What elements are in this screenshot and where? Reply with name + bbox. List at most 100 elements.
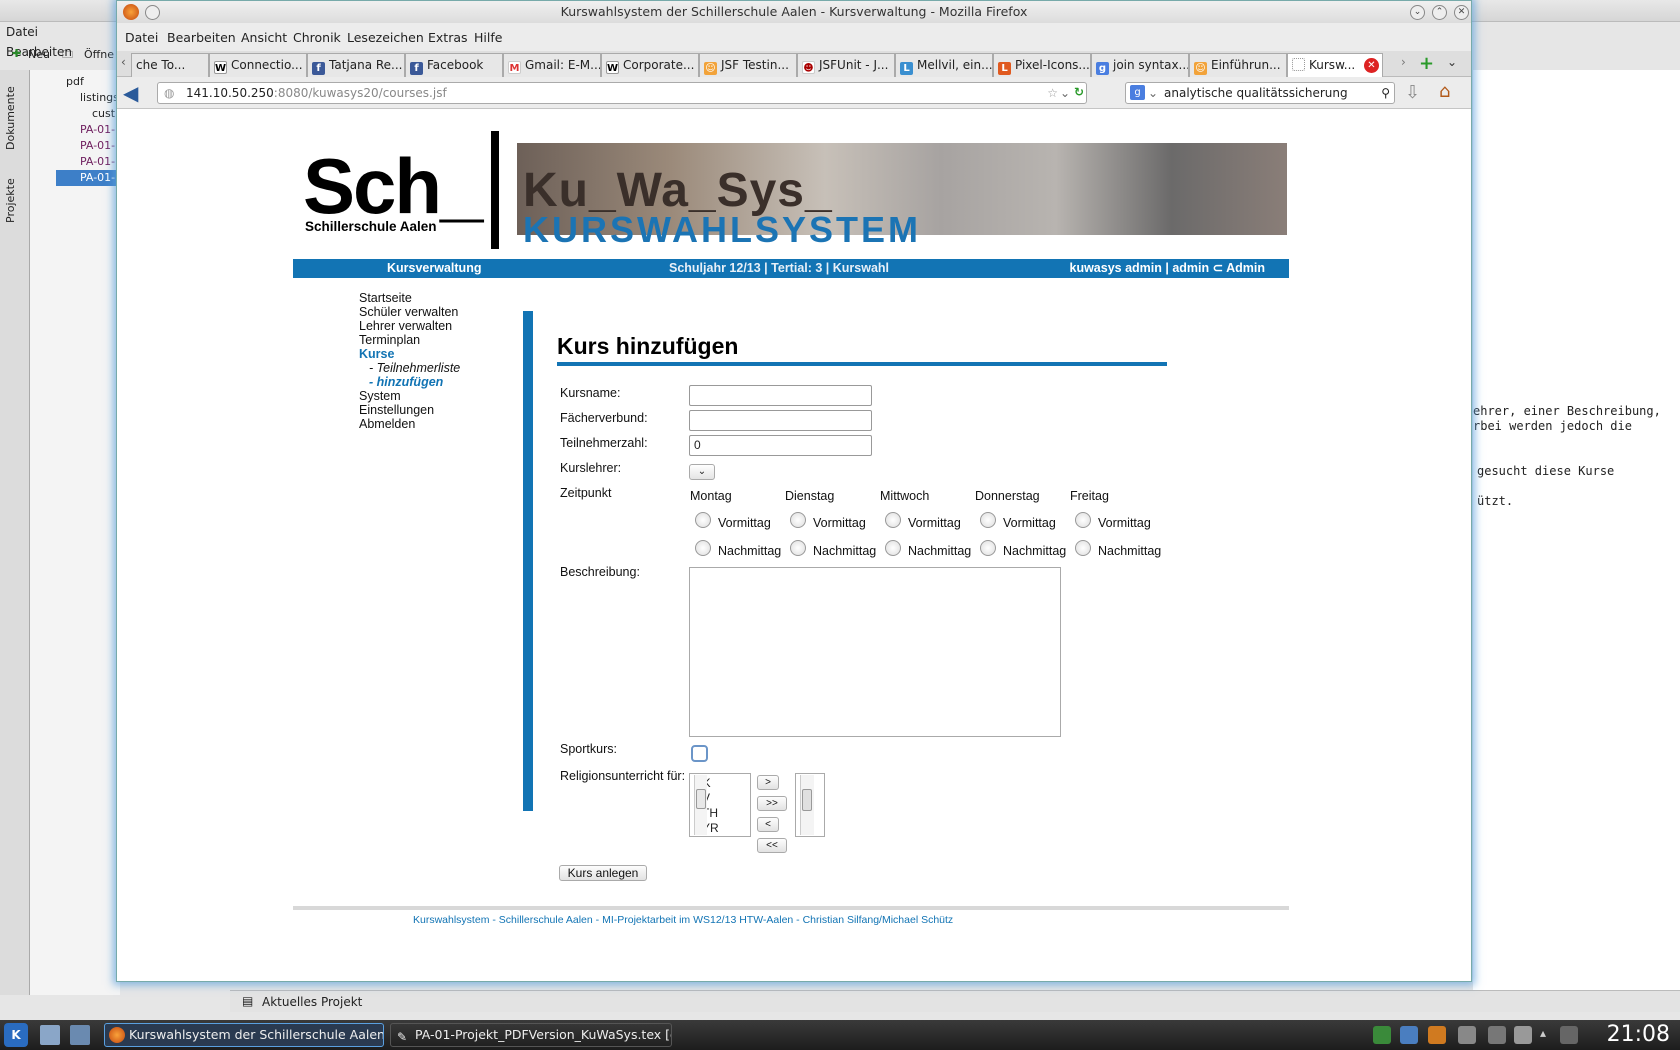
close-icon[interactable]: ✕ xyxy=(1454,5,1469,20)
menu-ansicht[interactable]: Ansicht xyxy=(241,30,287,45)
browser-tab[interactable]: che To... xyxy=(131,53,209,77)
menu-extras[interactable]: Extras xyxy=(428,30,468,45)
radio-montag-nachmittag[interactable] xyxy=(695,540,711,556)
tray-app-icon[interactable] xyxy=(1373,1026,1391,1044)
radio-donnerstag-vormittag[interactable] xyxy=(980,512,996,528)
nav-schueler-verwalten[interactable]: Schüler verwalten xyxy=(359,305,458,319)
tree-item-selected[interactable]: PA-01- xyxy=(56,170,120,186)
browser-tab[interactable]: L Pixel-Icons... xyxy=(993,53,1091,77)
clock[interactable]: 21:08 xyxy=(1607,1022,1670,1047)
kurs-anlegen-button[interactable]: Kurs anlegen xyxy=(559,865,647,881)
religion-available-list[interactable]: RK EV ETH SYR xyxy=(689,773,751,837)
bg-open-button[interactable]: Öffne xyxy=(84,48,114,61)
desktop-icon[interactable] xyxy=(40,1025,60,1045)
history-dropdown-icon[interactable]: ⌄ xyxy=(1060,83,1070,103)
task-firefox[interactable]: Kurswahlsystem der Schillerschule Aalen … xyxy=(104,1023,384,1047)
move-right-button[interactable]: > xyxy=(757,775,779,790)
close-tab-icon[interactable]: ✕ xyxy=(1364,58,1379,73)
browser-tab[interactable]: f Facebook xyxy=(405,53,503,77)
list-scrollbar[interactable] xyxy=(694,775,707,835)
maximize-icon[interactable]: ⌃ xyxy=(1432,5,1447,20)
current-project-tab[interactable]: Aktuelles Projekt xyxy=(262,995,362,1009)
browser-tab[interactable]: ☺ Einführun... xyxy=(1189,53,1287,77)
tree-item[interactable]: PA-01- xyxy=(80,122,115,138)
radio-mittwoch-nachmittag[interactable] xyxy=(885,540,901,556)
download-icon[interactable]: ⇩ xyxy=(1405,82,1420,103)
move-all-left-button[interactable]: << xyxy=(757,838,787,853)
nav-hinzufuegen[interactable]: - hinzufügen xyxy=(369,375,443,389)
radio-mittwoch-vormittag[interactable] xyxy=(885,512,901,528)
tree-item[interactable]: cust xyxy=(92,106,115,122)
url-bar[interactable]: ◍ 141.10.50.250:8080/kuwasys20/courses.j… xyxy=(157,82,1087,104)
network-icon[interactable] xyxy=(1560,1026,1578,1044)
volume-icon[interactable] xyxy=(1514,1026,1532,1044)
browser-tab[interactable]: W Corporate... xyxy=(601,53,699,77)
kursname-input[interactable] xyxy=(689,385,872,406)
menu-bearbeiten[interactable]: Bearbeiten xyxy=(167,30,236,45)
menu-lesezeichen[interactable]: Lesezeichen xyxy=(347,30,424,45)
radio-dienstag-nachmittag[interactable] xyxy=(790,540,806,556)
browser-tab[interactable]: W Connectio... xyxy=(209,53,307,77)
task-editor[interactable]: ✎ PA-01-Projekt_PDFVersion_KuWaSys.tex [g… xyxy=(390,1023,672,1047)
kurslehrer-select[interactable]: ⌄ xyxy=(689,464,715,480)
clipboard-icon[interactable] xyxy=(1488,1026,1506,1044)
menu-chronik[interactable]: Chronik xyxy=(293,30,341,45)
list-scrollbar[interactable] xyxy=(800,775,814,835)
beschreibung-textarea[interactable] xyxy=(689,567,1061,737)
sportkurs-checkbox[interactable] xyxy=(691,745,708,762)
move-all-right-button[interactable]: >> xyxy=(757,796,787,811)
nav-lehrer-verwalten[interactable]: Lehrer verwalten xyxy=(359,319,452,333)
binoculars-icon[interactable]: ⚲ xyxy=(1381,83,1390,103)
browser-tab-active[interactable]: Kursw... ✕ xyxy=(1287,53,1383,77)
scrollbar-thumb[interactable] xyxy=(802,789,812,811)
browser-tab[interactable]: g join syntax... xyxy=(1091,53,1189,77)
nav-startseite[interactable]: Startseite xyxy=(359,291,412,305)
teilnehmerzahl-input[interactable]: 0 xyxy=(689,435,872,456)
radio-donnerstag-nachmittag[interactable] xyxy=(980,540,996,556)
tree-item[interactable]: pdf xyxy=(66,74,84,90)
tab-scroll-left-icon[interactable]: ‹ xyxy=(121,55,126,69)
nav-einstellungen[interactable]: Einstellungen xyxy=(359,403,434,417)
nav-system[interactable]: System xyxy=(359,389,401,403)
minimize-icon[interactable]: ⌄ xyxy=(1410,5,1425,20)
tray-expand-icon[interactable]: ▴ xyxy=(1540,1026,1546,1040)
search-input[interactable]: analytische qualitätssicherung xyxy=(1164,86,1348,100)
side-tab-dokumente[interactable]: Dokumente xyxy=(4,78,26,158)
tab-scroll-right-icon[interactable]: › xyxy=(1401,55,1406,69)
reload-icon[interactable]: ↻ xyxy=(1074,82,1084,102)
nav-teilnehmerliste[interactable]: - Teilnehmerliste xyxy=(369,361,460,375)
tree-item[interactable]: listings xyxy=(80,90,119,106)
faecherverbund-input[interactable] xyxy=(689,410,872,431)
settings-icon[interactable] xyxy=(1458,1026,1476,1044)
tree-item[interactable]: PA-01- xyxy=(80,154,115,170)
radio-freitag-nachmittag[interactable] xyxy=(1075,540,1091,556)
browser-tab[interactable]: L Mellvil, ein... xyxy=(895,53,993,77)
nav-abmelden[interactable]: Abmelden xyxy=(359,417,415,431)
search-engine-dropdown-icon[interactable]: ⌄ xyxy=(1148,83,1158,103)
side-tab-projekte[interactable]: Projekte xyxy=(4,166,26,236)
browser-tab[interactable]: M Gmail: E-M... xyxy=(503,53,601,77)
browser-tab[interactable]: f Tatjana Re... xyxy=(307,53,405,77)
bg-new-button[interactable]: Neu xyxy=(28,48,50,61)
nav-terminplan[interactable]: Terminplan xyxy=(359,333,420,347)
radio-freitag-vormittag[interactable] xyxy=(1075,512,1091,528)
site-identity-icon[interactable]: ◍ xyxy=(164,83,174,103)
search-box[interactable]: g ⌄ analytische qualitätssicherung ⚲ xyxy=(1125,82,1395,104)
back-icon[interactable]: ◀ xyxy=(123,81,138,105)
radio-montag-vormittag[interactable] xyxy=(695,512,711,528)
religion-selected-list[interactable] xyxy=(795,773,825,837)
bg-menu-datei[interactable]: Datei xyxy=(6,22,38,42)
browser-tab[interactable]: ☺ JSF Testin... xyxy=(699,53,797,77)
move-left-button[interactable]: < xyxy=(757,817,779,832)
new-tab-icon[interactable]: + xyxy=(1419,53,1434,74)
menu-datei[interactable]: Datei xyxy=(125,30,158,45)
tab-list-icon[interactable]: ⌄ xyxy=(1447,55,1457,69)
google-icon[interactable]: g xyxy=(1130,85,1145,100)
bookmark-star-icon[interactable]: ☆ xyxy=(1047,83,1058,103)
home-icon[interactable]: ⌂ xyxy=(1439,81,1450,102)
browser-tab[interactable]: ☻ JSFUnit - J... xyxy=(797,53,895,77)
menu-hilfe[interactable]: Hilfe xyxy=(474,30,502,45)
window-menu-icon[interactable] xyxy=(145,5,160,20)
nav-kurse[interactable]: Kurse xyxy=(359,347,394,361)
tree-item[interactable]: PA-01- xyxy=(80,138,115,154)
